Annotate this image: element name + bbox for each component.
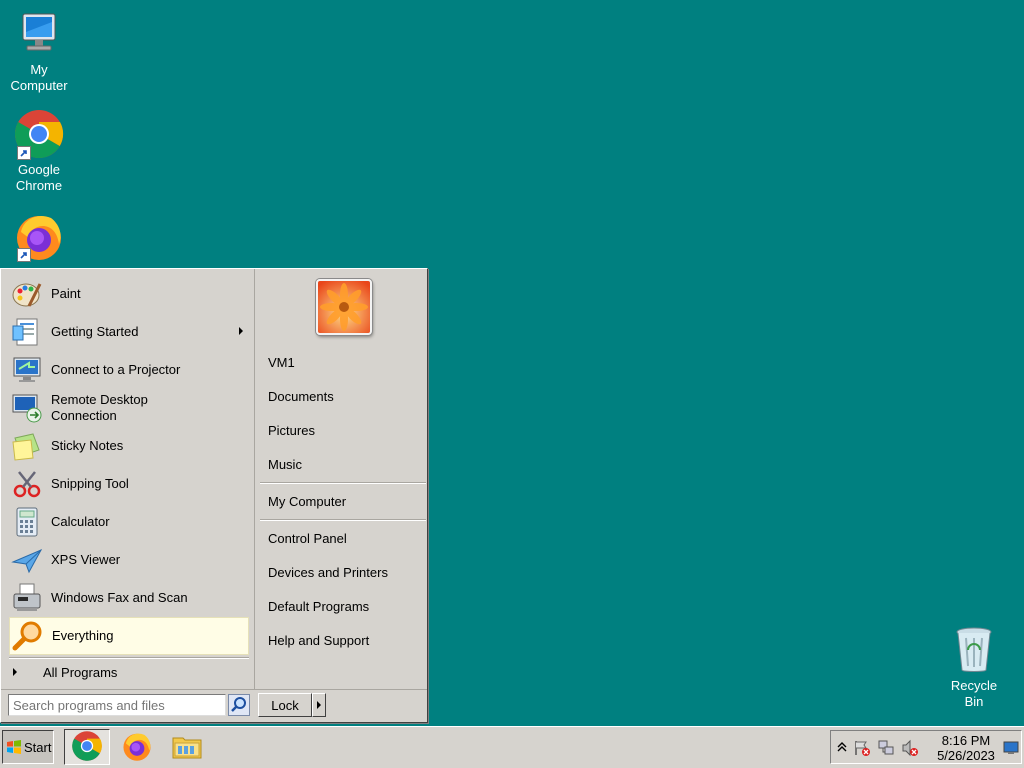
program-calculator[interactable]: Calculator	[9, 503, 249, 541]
desktop-icon-label: Recycle Bin	[950, 678, 998, 709]
lock-button-label: Lock	[271, 697, 299, 713]
getting-started-icon	[11, 316, 43, 348]
start-menu: Paint Getting Started Connect to a Proje…	[0, 268, 428, 723]
program-label: Paint	[51, 286, 81, 301]
clock-time: 8:16 PM	[941, 733, 991, 748]
xps-viewer-icon	[11, 544, 43, 576]
action-center-flag-icon[interactable]	[853, 739, 871, 760]
separator	[260, 482, 426, 484]
firefox-icon	[121, 730, 153, 765]
place-help-and-support[interactable]: Help and Support	[268, 633, 369, 649]
program-xps-viewer[interactable]: XPS Viewer	[9, 541, 249, 579]
program-connect-to-a-projector[interactable]: Connect to a Projector	[9, 351, 249, 389]
program-label: Calculator	[51, 514, 110, 529]
user-avatar[interactable]	[316, 279, 372, 335]
desktop-icon-label: Google Chrome	[15, 162, 63, 193]
paint-icon	[11, 278, 43, 310]
start-menu-places-pane: VM1 Documents Pictures Music My Computer…	[256, 269, 427, 689]
projector-icon	[11, 354, 43, 386]
program-paint[interactable]: Paint	[9, 275, 249, 313]
show-desktop-icon[interactable]	[1003, 741, 1019, 758]
program-label: Everything	[52, 628, 114, 643]
start-button[interactable]: Start	[2, 730, 54, 764]
place-user-folder[interactable]: VM1	[268, 355, 295, 371]
shortcut-arrow-icon	[17, 248, 31, 262]
start-menu-programs-pane: Paint Getting Started Connect to a Proje…	[1, 269, 255, 689]
network-icon[interactable]	[877, 739, 895, 760]
place-my-computer[interactable]: My Computer	[268, 494, 346, 510]
program-windows-fax-and-scan[interactable]: Windows Fax and Scan	[9, 579, 249, 617]
place-default-programs[interactable]: Default Programs	[268, 599, 369, 615]
place-pictures[interactable]: Pictures	[268, 423, 315, 439]
fax-scan-icon	[11, 582, 43, 614]
taskbar-firefox[interactable]	[114, 729, 160, 765]
separator	[9, 657, 249, 659]
lock-button[interactable]: Lock	[258, 693, 312, 717]
firefox-icon	[13, 210, 65, 262]
calculator-icon	[11, 506, 43, 538]
program-everything[interactable]: Everything	[9, 617, 249, 655]
lock-options-arrow-button[interactable]	[312, 693, 326, 717]
desktop-icon-google-chrome[interactable]: Google Chrome	[3, 108, 75, 194]
system-tray: 8:16 PM 5/26/2023	[830, 730, 1022, 764]
program-label: Remote Desktop Connection	[51, 392, 148, 423]
separator	[260, 519, 426, 521]
recycle-bin-icon	[948, 624, 1000, 676]
desktop-icon-my-computer[interactable]: My Computer	[3, 8, 75, 94]
program-snipping-tool[interactable]: Snipping Tool	[9, 465, 249, 503]
program-sticky-notes[interactable]: Sticky Notes	[9, 427, 249, 465]
program-label: Snipping Tool	[51, 476, 129, 491]
place-music[interactable]: Music	[268, 457, 302, 473]
sticky-notes-icon	[11, 430, 43, 462]
taskbar-chrome[interactable]	[64, 729, 110, 765]
everything-search-icon	[12, 620, 44, 652]
place-documents[interactable]: Documents	[268, 389, 334, 405]
clock[interactable]: 8:16 PM 5/26/2023	[931, 733, 1001, 763]
taskbar-explorer[interactable]	[164, 729, 210, 765]
start-menu-bottom-bar: Lock	[1, 689, 427, 722]
start-label: Start	[24, 739, 52, 755]
program-label: XPS Viewer	[51, 552, 121, 567]
arrow-right-icon	[13, 668, 17, 676]
place-control-panel[interactable]: Control Panel	[268, 531, 347, 547]
all-programs-button[interactable]: All Programs	[9, 661, 249, 683]
search-icon[interactable]	[228, 694, 250, 716]
place-devices-and-printers[interactable]: Devices and Printers	[268, 565, 388, 581]
chrome-icon	[13, 108, 65, 160]
program-label: Connect to a Projector	[51, 362, 181, 377]
program-remote-desktop-connection[interactable]: Remote Desktop Connection	[9, 389, 249, 427]
desktop-icon-label: My Computer	[10, 62, 68, 93]
snipping-tool-icon	[11, 468, 43, 500]
program-label: Sticky Notes	[51, 438, 124, 453]
show-hidden-icons-chevron-icon[interactable]	[837, 741, 847, 756]
computer-icon	[13, 8, 65, 60]
program-getting-started[interactable]: Getting Started	[9, 313, 249, 351]
chrome-icon	[71, 730, 103, 765]
desktop-icon-firefox[interactable]	[3, 210, 75, 264]
all-programs-label: All Programs	[43, 664, 118, 680]
windows-logo-icon	[6, 739, 22, 755]
explorer-icon	[171, 730, 203, 765]
search-programs-input[interactable]	[8, 694, 226, 716]
taskbar: Start 8:16 PM 5/26/2023	[0, 726, 1024, 768]
submenu-arrow-icon	[239, 327, 243, 335]
clock-date: 5/26/2023	[937, 748, 995, 763]
program-label: Windows Fax and Scan	[51, 590, 188, 605]
desktop-icon-recycle-bin[interactable]: Recycle Bin	[938, 624, 1010, 710]
shortcut-arrow-icon	[17, 146, 31, 160]
remote-desktop-icon	[11, 392, 43, 424]
program-label: Getting Started	[51, 324, 139, 339]
volume-muted-icon[interactable]	[901, 739, 919, 760]
